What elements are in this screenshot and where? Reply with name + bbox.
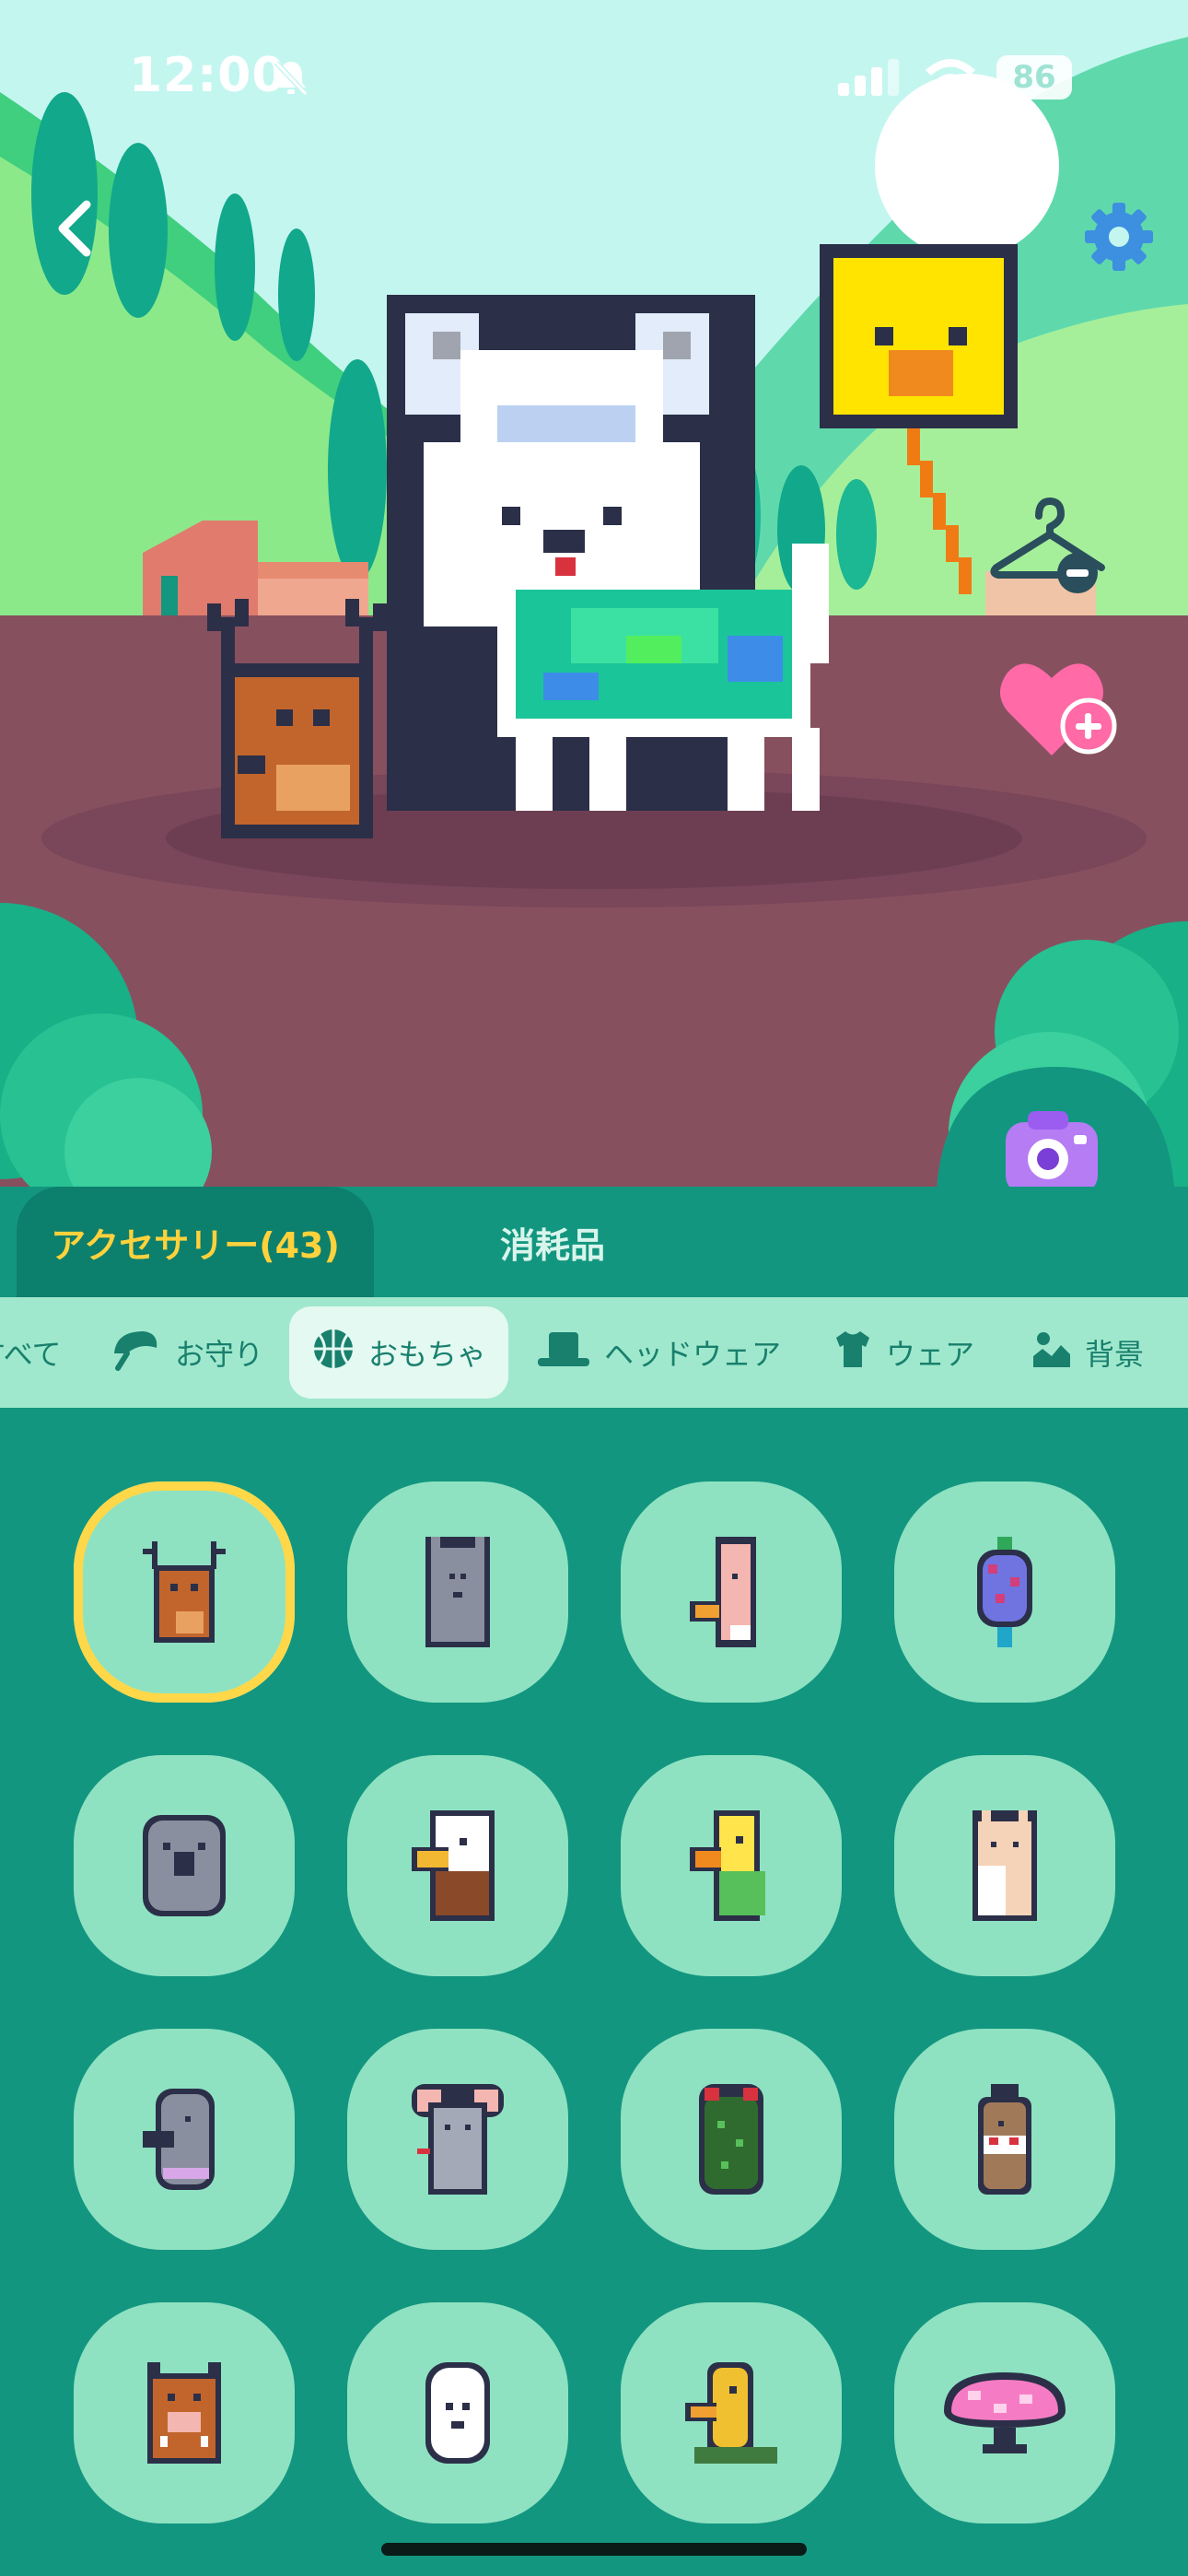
shirt-icon (833, 1329, 873, 1376)
item-deer-toy[interactable] (74, 1481, 295, 1703)
heart-plus-icon (996, 663, 1125, 770)
lantern-toy-icon (977, 1537, 1032, 1647)
hat-icon (536, 1329, 591, 1376)
seal-toy-icon (143, 2089, 215, 2190)
landscape-icon (1031, 1329, 1072, 1376)
item-koala-toy[interactable] (74, 1755, 295, 1976)
category-toys[interactable]: おもちゃ (289, 1306, 509, 1399)
category-label: ヘッドウェア (604, 1337, 782, 1372)
kokeshi-toy-icon (978, 2084, 1031, 2195)
boar-toy-icon (147, 2362, 221, 2464)
battery-indicator: 86 (996, 55, 1072, 100)
item-pink-mushroom-toy[interactable] (894, 2302, 1115, 2523)
item-mouse-toy[interactable] (347, 2029, 568, 2250)
item-duck-toy[interactable] (621, 2302, 842, 2523)
duck-toy-icon (685, 2362, 777, 2464)
item-gray-box-toy[interactable] (347, 1481, 568, 1703)
mouse-toy-icon (412, 2084, 504, 2195)
item-kokeshi-toy[interactable] (894, 2029, 1115, 2250)
inventory-tabs: アクセサリー(43) 消耗品 (0, 1187, 1188, 1297)
item-yellow-parrot-toy[interactable] (621, 1755, 842, 1976)
pink-mushroom-toy-icon (944, 2372, 1066, 2453)
basketball-icon (311, 1327, 355, 1378)
pink-bird-toy-icon (690, 1537, 756, 1647)
category-background[interactable]: 背景 (1031, 1306, 1144, 1399)
chevron-left-icon (53, 199, 94, 262)
item-beetle-toy[interactable] (621, 2029, 842, 2250)
hanger-minus-icon (985, 498, 1114, 603)
category-label: すべて (0, 1337, 62, 1372)
item-seal-toy[interactable] (74, 2029, 295, 2250)
tab-consumables[interactable]: 消耗品 (433, 1187, 672, 1297)
tab-accessories[interactable]: アクセサリー(43) (17, 1187, 374, 1297)
yellow-parrot-toy-icon (690, 1810, 765, 1921)
wifi-icon (923, 55, 978, 101)
ghost-toy-icon (425, 2362, 490, 2464)
category-wear[interactable]: ウェア (833, 1306, 974, 1399)
item-boar-toy[interactable] (74, 2302, 295, 2523)
pet-scene: 12:00 86 (0, 0, 1188, 1188)
alpaca-toy-icon (973, 1810, 1037, 1921)
eagle-toy-icon (412, 1810, 495, 1921)
category-label: ウェア (886, 1337, 975, 1372)
category-label: おもちゃ (368, 1337, 487, 1372)
back-button[interactable] (37, 184, 111, 276)
favorite-button[interactable] (996, 647, 1125, 767)
koala-toy-icon (143, 1815, 226, 1916)
item-eagle-toy[interactable] (347, 1755, 568, 1976)
cell-signal-icon (838, 59, 903, 100)
beetle-toy-icon (699, 2084, 763, 2195)
category-label: お守り (175, 1337, 264, 1372)
item-lantern-toy[interactable] (894, 1481, 1115, 1703)
gear-icon (1077, 203, 1160, 282)
bell-muted-icon (271, 57, 311, 101)
status-time: 12:00 (129, 48, 286, 103)
status-bar: 12:00 86 (0, 0, 1188, 157)
settings-button[interactable] (1077, 195, 1160, 278)
home-indicator (381, 2543, 807, 2556)
gray-box-toy-icon (425, 1537, 490, 1647)
remove-outfit-button[interactable] (985, 488, 1114, 599)
category-bar[interactable]: すべて お守り おもちゃ ヘッドウェア ウェア 背景 (0, 1297, 1188, 1408)
item-pink-bird-toy[interactable] (621, 1481, 842, 1703)
item-grid (0, 1408, 1188, 2576)
item-ghost-toy[interactable] (347, 2302, 568, 2523)
deer-toy-icon (143, 1541, 226, 1643)
category-charms[interactable]: お守り (107, 1306, 263, 1399)
umbrella-leaf-icon (107, 1326, 162, 1379)
camera-button[interactable] (936, 1065, 1175, 1188)
category-headwear[interactable]: ヘッドウェア (536, 1306, 781, 1399)
category-all[interactable]: すべて (0, 1306, 61, 1399)
item-alpaca-toy[interactable] (894, 1755, 1115, 1976)
category-label: 背景 (1085, 1337, 1145, 1372)
